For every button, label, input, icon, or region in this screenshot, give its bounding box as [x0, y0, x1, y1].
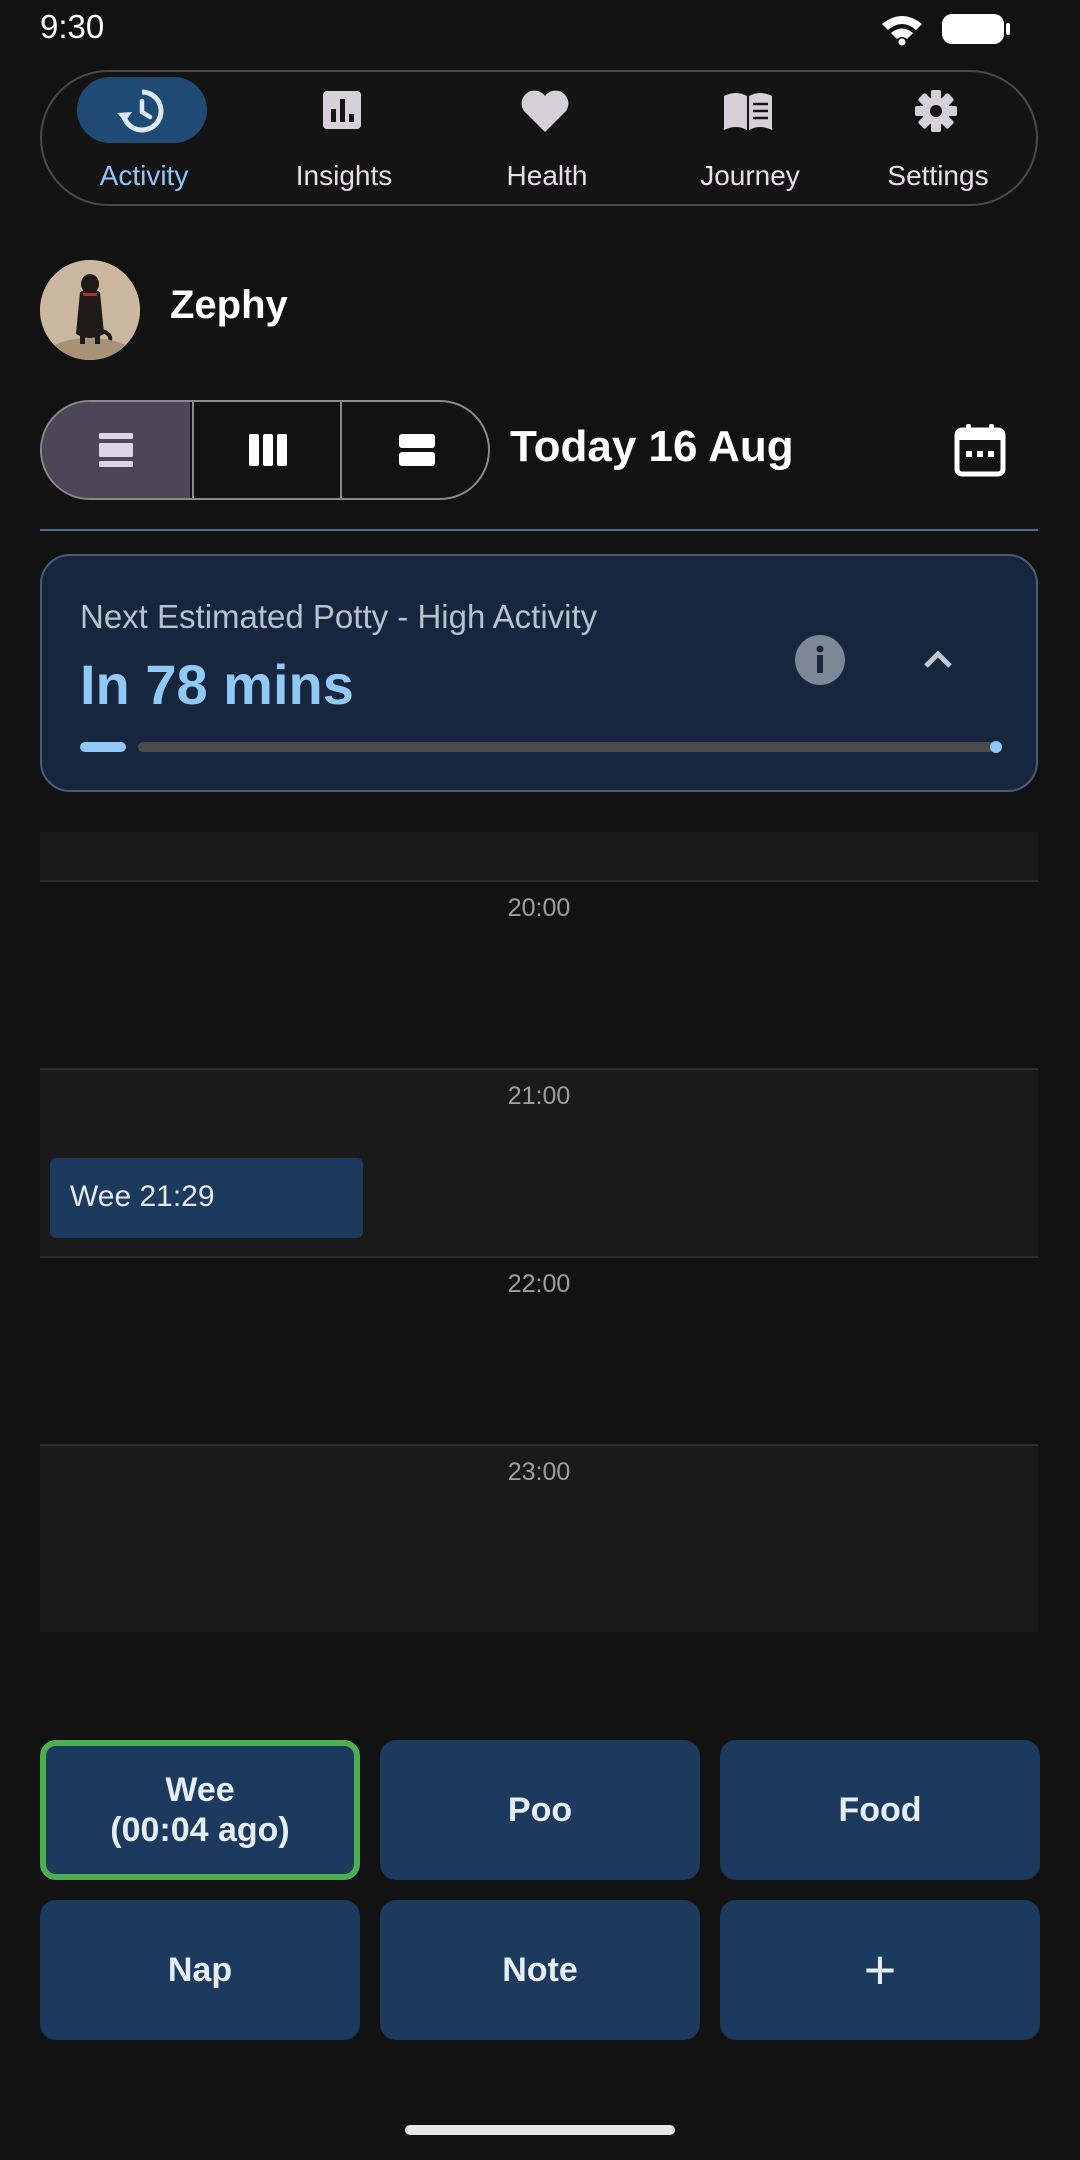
- history-icon: [117, 89, 164, 133]
- add-button[interactable]: +: [720, 1900, 1040, 2040]
- potty-progress-fill: [80, 742, 126, 752]
- hour-block-22: 22:00: [40, 1256, 1038, 1444]
- hour-block-23: 23:00: [40, 1444, 1038, 1632]
- nav-label-activity: Activity: [99, 160, 189, 191]
- status-bar: 9:30: [0, 0, 1080, 60]
- event-label: Wee 21:29: [70, 1180, 215, 1213]
- potty-card-title: Next Estimated Potty - High Activity: [80, 598, 598, 635]
- nav-item-settings[interactable]: Settings: [838, 72, 1038, 208]
- view-day-list-button[interactable]: [42, 402, 190, 498]
- info-icon[interactable]: [794, 634, 846, 686]
- nav-label-health: Health: [506, 160, 588, 191]
- potty-progress-bar: [80, 741, 1002, 753]
- note-button[interactable]: Note: [380, 1900, 700, 2040]
- view-agenda-button[interactable]: [340, 402, 488, 498]
- hour-label: 22:00: [507, 1270, 571, 1298]
- agenda-view-icon: [399, 434, 435, 466]
- status-time: 9:30: [40, 8, 105, 45]
- list-view-icon: [99, 433, 133, 467]
- potty-progress-track: [138, 742, 1000, 752]
- hour-label: 23:00: [507, 1458, 571, 1486]
- calendar-icon[interactable]: [950, 420, 1010, 480]
- nav-label-insights: Insights: [295, 160, 393, 191]
- bar-chart-icon: [323, 91, 361, 129]
- heart-icon: [521, 90, 569, 132]
- hour-label: 20:00: [507, 894, 571, 922]
- view-week-columns-button[interactable]: [192, 402, 342, 498]
- dog-photo: [40, 260, 140, 360]
- column-view-icon: [249, 434, 287, 466]
- nap-button[interactable]: Nap: [40, 1900, 360, 2040]
- nav-label-journey: Journey: [700, 160, 800, 191]
- wee-button[interactable]: Wee (00:04 ago): [40, 1740, 360, 1880]
- nav-item-journey[interactable]: Journey: [650, 72, 850, 208]
- book-icon: [724, 93, 772, 130]
- avatar[interactable]: [40, 260, 140, 360]
- home-indicator[interactable]: [405, 2125, 675, 2135]
- poo-button[interactable]: Poo: [380, 1740, 700, 1880]
- date-label: Today 16 Aug: [510, 422, 794, 471]
- timeline-top-strip: [40, 832, 1038, 880]
- event-chip-wee[interactable]: Wee 21:29: [50, 1158, 363, 1238]
- potty-card-value: In 78 mins: [80, 653, 354, 716]
- nav-item-activity[interactable]: Activity: [44, 72, 244, 208]
- chevron-up-icon[interactable]: [912, 634, 964, 686]
- nav-label-settings: Settings: [887, 160, 989, 191]
- battery-icon: [942, 14, 1010, 44]
- nav-item-insights[interactable]: Insights: [244, 72, 444, 208]
- potty-progress-end-dot: [990, 741, 1002, 753]
- food-button[interactable]: Food: [720, 1740, 1040, 1880]
- next-potty-card[interactable]: Next Estimated Potty - High Activity In …: [40, 554, 1038, 792]
- wifi-icon: [882, 16, 922, 46]
- divider: [40, 529, 1038, 531]
- hour-label: 21:00: [507, 1082, 571, 1110]
- gear-icon: [915, 90, 957, 132]
- view-mode-toggle: [40, 400, 490, 500]
- nav-item-health[interactable]: Health: [447, 72, 647, 208]
- top-navigation: Activity Insights Health Journey Setting…: [40, 70, 1038, 206]
- hour-block-20: 20:00: [40, 880, 1038, 1068]
- profile-name: Zephy: [170, 283, 288, 327]
